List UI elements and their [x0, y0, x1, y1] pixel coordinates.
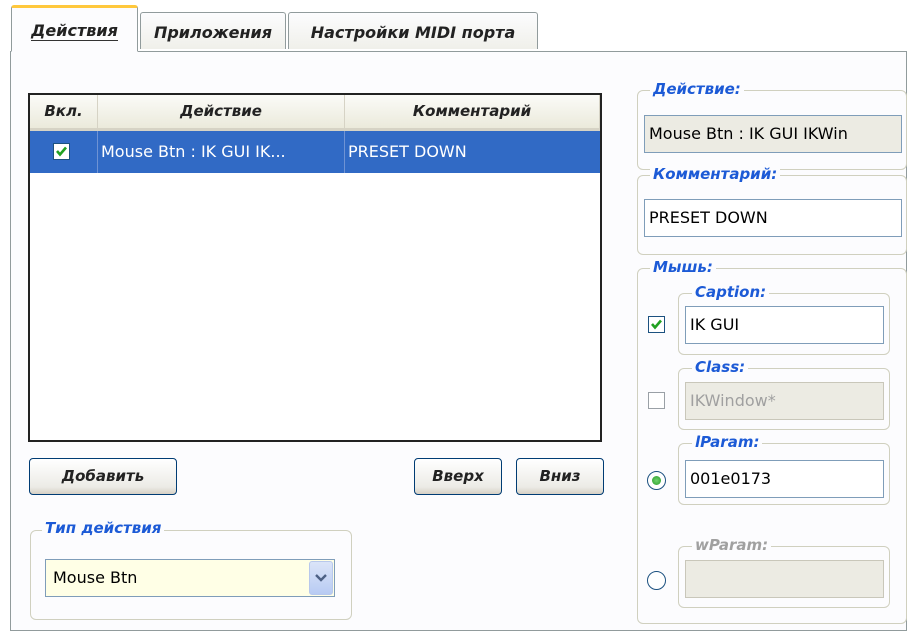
tab-actions[interactable]: Действия	[11, 5, 138, 52]
move-up-button[interactable]: Вверх	[414, 458, 502, 495]
action-field[interactable]: Mouse Btn : IK GUI IKWin	[644, 115, 902, 153]
row-action-cell: Mouse Btn : IK GUI IK...	[98, 131, 345, 173]
tab-applications-label: Приложения	[153, 23, 273, 42]
row-comment-cell: PRESET DOWN	[348, 142, 467, 161]
tab-midi-port-settings[interactable]: Настройки MIDI порта	[288, 12, 538, 49]
comment-legend: Комментарий:	[650, 165, 781, 183]
action-legend: Действие:	[650, 80, 744, 98]
mouse-legend: Мышь:	[650, 258, 716, 276]
column-header-enabled[interactable]: Вкл.	[30, 95, 98, 128]
lparam-legend: lParam:	[692, 433, 763, 451]
radio-selected-dot	[652, 476, 661, 485]
caption-legend: Caption:	[692, 283, 770, 301]
wparam-radio[interactable]	[647, 571, 666, 590]
row-enabled-checkbox[interactable]	[53, 143, 70, 160]
actions-list[interactable]: Вкл. Действие Комментарий Mouse Btn : IK…	[28, 93, 602, 442]
checkmark-icon	[651, 319, 662, 330]
lparam-field[interactable]: 001e0173	[685, 460, 884, 498]
action-type-value: Mouse Btn	[53, 568, 138, 587]
list-header: Вкл. Действие Комментарий	[30, 95, 600, 131]
class-field[interactable]: IKWindow*	[685, 382, 884, 420]
add-button[interactable]: Добавить	[29, 458, 177, 495]
caption-checkbox[interactable]	[648, 316, 665, 333]
move-down-button[interactable]: Вниз	[516, 458, 604, 495]
checkmark-icon	[56, 146, 67, 157]
dropdown-button[interactable]	[309, 561, 333, 595]
caption-field[interactable]: IK GUI	[685, 306, 884, 344]
comment-field[interactable]: PRESET DOWN	[644, 199, 902, 237]
action-type-select[interactable]: Mouse Btn	[45, 559, 335, 597]
list-row[interactable]: Mouse Btn : IK GUI IK... PRESET DOWN	[30, 131, 600, 173]
class-legend: Class:	[692, 358, 749, 376]
row-enabled-cell	[30, 131, 98, 173]
chevron-down-icon	[315, 574, 327, 582]
tab-applications[interactable]: Приложения	[140, 12, 286, 49]
wparam-field[interactable]	[685, 560, 884, 598]
column-header-action[interactable]: Действие	[98, 95, 345, 128]
action-type-legend: Тип действия	[42, 519, 165, 537]
tab-actions-label: Действия	[31, 21, 118, 41]
tab-midi-port-settings-label: Настройки MIDI порта	[310, 23, 516, 42]
lparam-radio[interactable]	[647, 471, 666, 490]
wparam-legend: wParam:	[692, 536, 772, 554]
class-checkbox[interactable]	[648, 392, 665, 409]
column-header-comment[interactable]: Комментарий	[345, 95, 600, 128]
